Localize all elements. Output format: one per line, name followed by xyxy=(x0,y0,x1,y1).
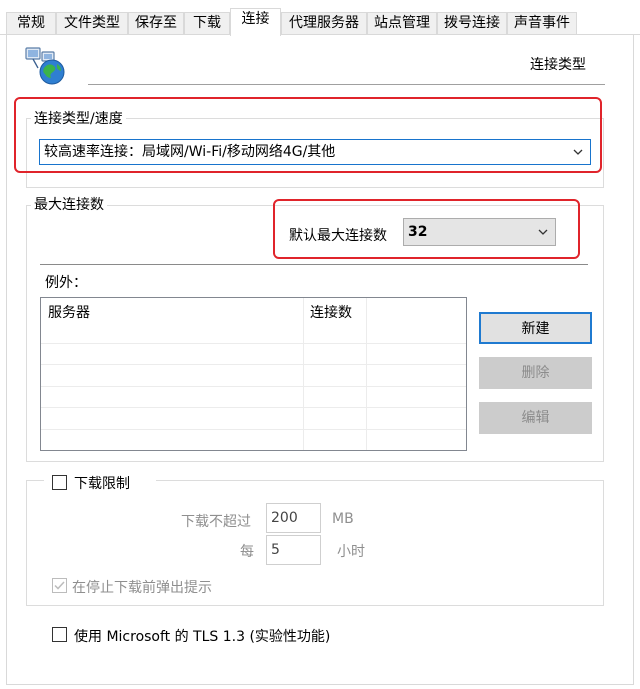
delete-button[interactable]: 删除 xyxy=(479,357,592,389)
section-title: 连接类型 xyxy=(530,57,586,73)
per-period-unit: 小时 xyxy=(337,544,365,560)
column-divider xyxy=(303,298,304,450)
exceptions-separator xyxy=(40,264,588,265)
row-divider xyxy=(41,364,466,365)
exceptions-list[interactable]: 服务器 连接数 xyxy=(40,297,467,451)
new-button[interactable]: 新建 xyxy=(479,312,592,344)
row-divider xyxy=(41,429,466,430)
tab-proxy-server[interactable]: 代理服务器 xyxy=(281,12,367,35)
tab-strip: 常规 文件类型 保存至 下载 连接 代理服务器 站点管理 拨号连接 声音事件 xyxy=(0,0,640,36)
highlight-connection-type xyxy=(14,97,602,173)
max-connections-group-title: 最大连接数 xyxy=(31,194,107,214)
tab-connection[interactable]: 连接 xyxy=(230,8,281,36)
per-label: 每 xyxy=(240,544,254,560)
download-limit-label: 下载限制 xyxy=(74,476,130,492)
tab-save-to[interactable]: 保存至 xyxy=(128,12,184,35)
header-separator xyxy=(88,84,605,85)
download-limit-checkbox[interactable] xyxy=(52,475,67,490)
max-download-label: 下载不超过 xyxy=(181,514,251,530)
tab-general[interactable]: 常规 xyxy=(6,12,56,35)
per-period-input[interactable]: 5 xyxy=(266,535,321,565)
row-divider xyxy=(41,386,466,387)
row-divider xyxy=(41,407,466,408)
column-header-server[interactable]: 服务器 xyxy=(48,302,90,322)
tab-dialup[interactable]: 拨号连接 xyxy=(437,12,507,35)
tab-file-types[interactable]: 文件类型 xyxy=(56,12,128,35)
highlight-max-connections xyxy=(273,199,580,259)
tab-sound-events[interactable]: 声音事件 xyxy=(507,12,577,35)
tab-site-manager[interactable]: 站点管理 xyxy=(367,12,437,35)
tab-download[interactable]: 下载 xyxy=(184,12,230,35)
exceptions-label: 例外： xyxy=(45,275,87,291)
notify-before-stop-checkbox[interactable] xyxy=(52,578,67,593)
column-divider xyxy=(366,298,367,450)
notify-before-stop-label: 在停止下载前弹出提示 xyxy=(72,580,212,596)
column-header-connections[interactable]: 连接数 xyxy=(310,302,352,322)
network-globe-icon xyxy=(24,46,70,86)
checkmark-icon xyxy=(54,581,65,590)
edit-button[interactable]: 编辑 xyxy=(479,402,592,434)
max-download-unit: MB xyxy=(332,511,354,527)
tls13-label: 使用 Microsoft 的 TLS 1.3 (实验性功能) xyxy=(74,629,331,645)
row-divider xyxy=(41,343,466,344)
max-download-input[interactable]: 200 xyxy=(266,503,321,533)
tls13-checkbox[interactable] xyxy=(52,627,67,642)
